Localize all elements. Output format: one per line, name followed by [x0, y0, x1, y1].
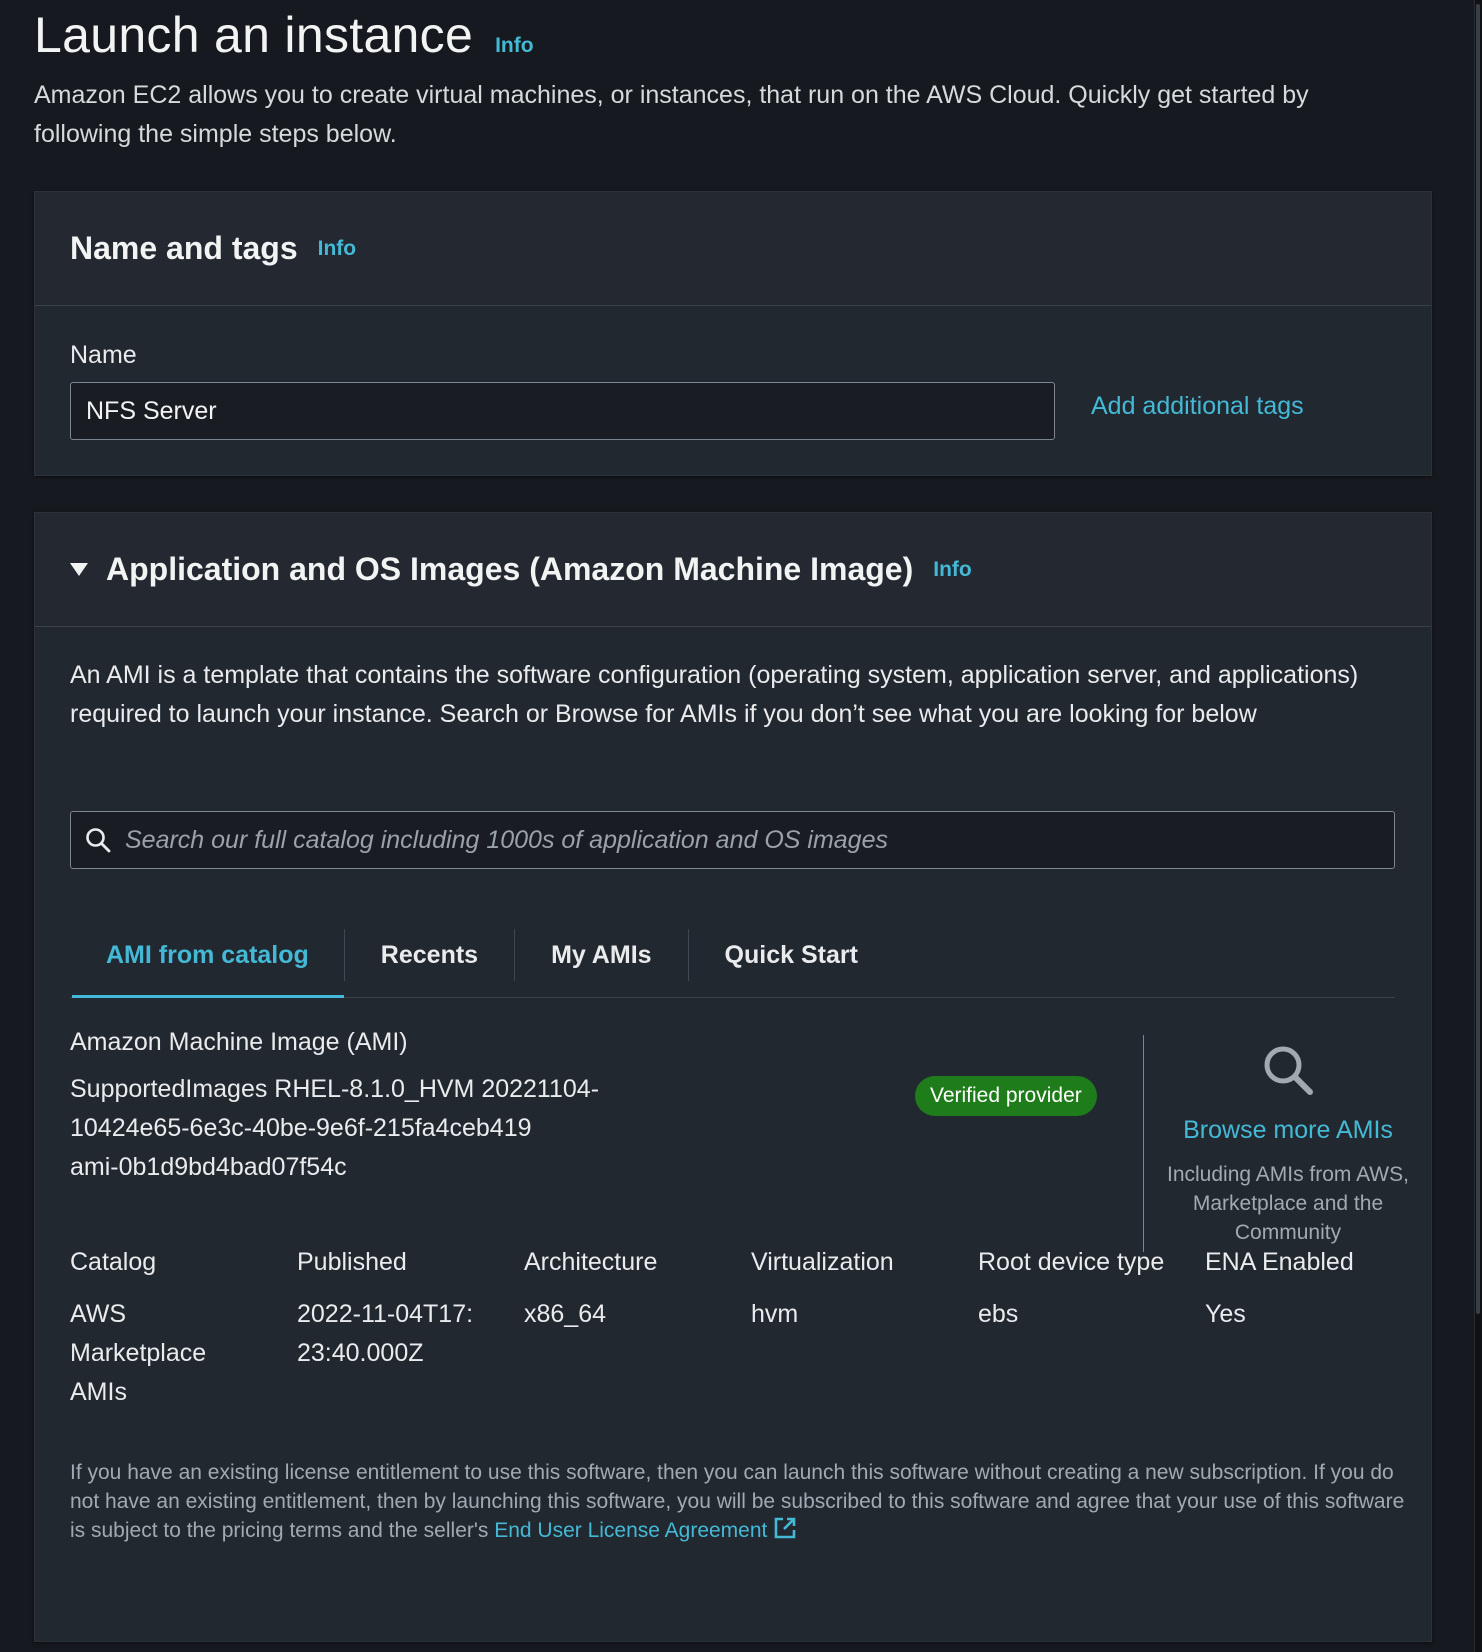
ami-search-input[interactable] — [125, 825, 1394, 855]
attribute-value: x86_64 — [524, 1300, 607, 1328]
tab-label: AMI from catalog — [106, 940, 309, 969]
attribute-label: Catalog — [70, 1248, 157, 1276]
attribute-value: AWS Marketplace AMIs — [70, 1300, 207, 1406]
attribute-label: ENA Enabled — [1205, 1248, 1354, 1276]
ami-tabs: AMI from catalog Recents My AMIs Quick S… — [70, 913, 1395, 998]
ami-search-box[interactable] — [70, 811, 1395, 869]
eula-label: End User License Agreement — [494, 1519, 768, 1542]
selected-ami-detail: Amazon Machine Image (AMI) SupportedImag… — [70, 1028, 630, 1187]
page-header: Launch an instance Info Amazon EC2 allow… — [34, 0, 1432, 154]
attribute-label: Architecture — [524, 1248, 658, 1276]
ami-panel-title: Application and OS Images (Amazon Machin… — [106, 551, 914, 587]
ami-description: An AMI is a template that contains the s… — [70, 661, 1359, 728]
page-title: Launch an instance — [34, 7, 474, 63]
browse-more-amis-subtext: Including AMIs from AWS, Marketplace and… — [1167, 1163, 1409, 1244]
tab-recents[interactable]: Recents — [345, 913, 514, 997]
name-and-tags-info-link[interactable]: Info — [318, 237, 356, 261]
caret-down-icon[interactable] — [70, 563, 88, 576]
search-icon — [86, 828, 111, 853]
attribute-value: ebs — [978, 1300, 1019, 1328]
ami-attributes: Catalog AWS Marketplace AMIs Published 2… — [70, 1248, 1432, 1412]
page-info-link[interactable]: Info — [495, 34, 533, 58]
page-description: Amazon EC2 allows you to create virtual … — [34, 81, 1309, 148]
verified-provider-badge: Verified provider — [915, 1076, 1097, 1116]
ami-heading: Amazon Machine Image (AMI) — [70, 1028, 408, 1056]
tab-label: Recents — [380, 940, 479, 969]
attribute-published: Published 2022-11-04T17:23:40.000Z — [297, 1248, 524, 1412]
attribute-label: Published — [297, 1248, 407, 1276]
name-and-tags-header: Name and tags Info — [35, 192, 1431, 306]
attribute-virtualization: Virtualization hvm — [751, 1248, 978, 1412]
attribute-root-device-type: Root device type ebs — [978, 1248, 1205, 1412]
tab-ami-from-catalog[interactable]: AMI from catalog — [70, 913, 344, 998]
license-notice: If you have an existing license entitlem… — [70, 1458, 1410, 1545]
attribute-architecture: Architecture x86_64 — [524, 1248, 751, 1412]
ami-id: ami-0b1d9bd4bad07f54c — [70, 1153, 347, 1181]
scrollbar-thumb[interactable] — [1476, 4, 1480, 1314]
search-icon[interactable] — [1261, 1043, 1315, 1097]
attribute-value: hvm — [751, 1300, 799, 1328]
attribute-ena-enabled: ENA Enabled Yes — [1205, 1248, 1432, 1412]
ami-panel-header[interactable]: Application and OS Images (Amazon Machin… — [35, 513, 1431, 627]
eula-link[interactable]: End User License Agreement — [494, 1517, 797, 1542]
tab-my-amis[interactable]: My AMIs — [515, 913, 687, 997]
attribute-label: Root device type — [978, 1248, 1165, 1276]
name-label: Name — [70, 341, 137, 369]
browse-more-amis-link[interactable]: Browse more AMIs — [1143, 1116, 1433, 1145]
add-additional-tags-link[interactable]: Add additional tags — [1091, 392, 1304, 421]
attribute-value: 2022-11-04T17:23:40.000Z — [297, 1300, 474, 1367]
tab-label: Quick Start — [724, 940, 858, 969]
tab-quick-start[interactable]: Quick Start — [689, 913, 894, 997]
tab-label: My AMIs — [551, 940, 652, 969]
name-and-tags-panel: Name and tags Info Name Add additional t… — [34, 191, 1432, 476]
ami-info-link[interactable]: Info — [933, 558, 971, 582]
attribute-catalog: Catalog AWS Marketplace AMIs — [70, 1248, 297, 1412]
external-link-icon — [775, 1517, 796, 1539]
ami-name: SupportedImages RHEL-8.1.0_HVM 20221104-… — [70, 1075, 600, 1142]
attribute-label: Virtualization — [751, 1248, 894, 1276]
name-input[interactable] — [70, 382, 1055, 440]
ami-panel: Application and OS Images (Amazon Machin… — [34, 512, 1432, 1642]
name-and-tags-title: Name and tags — [70, 230, 298, 266]
attribute-value: Yes — [1205, 1300, 1246, 1328]
page-title-row: Launch an instance Info — [34, 0, 1432, 74]
